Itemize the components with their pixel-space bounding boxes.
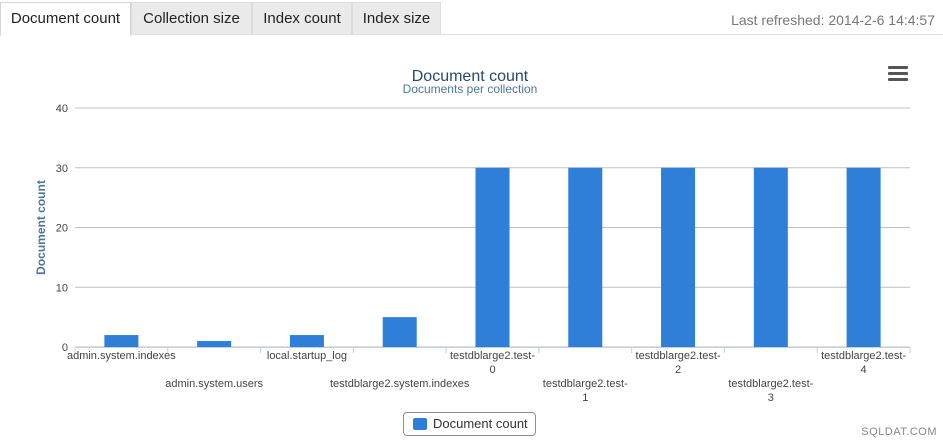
legend-item-document-count[interactable]: Document count	[403, 412, 536, 436]
x-tick-label-line: testdblarge2.test-	[728, 378, 813, 390]
y-tick-label: 10	[56, 282, 68, 294]
x-tick-label: testdblarge2.test- 0	[450, 350, 535, 376]
last-refreshed-text: Last refreshed: 2014-2-6 14:4:57	[731, 12, 935, 28]
x-tick-label-line: testdblarge2.system.indexes	[330, 378, 470, 390]
x-tick-label: admin.system.indexes	[67, 350, 176, 362]
legend-label: Document count	[433, 416, 528, 431]
document-count-chart: Document count Documents per collection 0 1…	[34, 68, 911, 404]
menu-line	[888, 66, 908, 69]
x-tick-label-line: local.startup_log	[267, 350, 347, 362]
x-tick-label-line: 0	[489, 364, 495, 376]
y-tick-label: 40	[56, 103, 68, 115]
bar	[661, 167, 696, 347]
bar	[382, 317, 417, 347]
y-axis-title: Document count	[34, 180, 48, 275]
bar	[846, 167, 881, 347]
tab-divider	[130, 34, 943, 35]
x-tick-label: testdblarge2.test- 4	[821, 350, 906, 376]
x-tick-label: testdblarge2.system.indexes	[330, 378, 470, 390]
tab-index-size[interactable]: Index size	[352, 2, 441, 35]
chart-subtitle: Documents per collection	[403, 82, 538, 96]
watermark-text: SQLDAT.COM	[861, 426, 937, 438]
x-tick-label-line: testdblarge2.test-	[821, 350, 906, 362]
menu-line	[888, 78, 908, 81]
x-tick-label: testdblarge2.test- 1	[543, 378, 628, 404]
x-tick-label-line: admin.system.users	[165, 378, 263, 390]
x-tick-label: testdblarge2.test- 3	[728, 378, 813, 404]
bar	[197, 341, 232, 347]
tab-index-count[interactable]: Index count	[252, 2, 352, 35]
x-tick-label-line: admin.system.indexes	[67, 350, 176, 362]
x-tick-label-line: testdblarge2.test-	[543, 378, 628, 390]
bar	[104, 335, 139, 347]
hamburger-menu-icon[interactable]	[886, 66, 910, 84]
tab-collection-size[interactable]: Collection size	[131, 2, 252, 35]
bar	[753, 167, 788, 347]
x-tick-label-line: testdblarge2.test-	[450, 350, 535, 362]
x-tick-label-line: 3	[768, 392, 774, 404]
x-tick-label: testdblarge2.test- 2	[636, 350, 721, 376]
y-tick-label: 30	[56, 163, 68, 175]
y-tick-label: 20	[56, 223, 68, 235]
x-tick-label: admin.system.users	[165, 378, 263, 390]
x-tick-label-line: 4	[861, 364, 867, 376]
x-tick-label-line: testdblarge2.test-	[636, 350, 721, 362]
x-tick-label-line: 1	[582, 392, 588, 404]
bar	[568, 167, 603, 347]
bar	[475, 167, 510, 347]
x-tick-label: local.startup_log	[267, 350, 347, 362]
menu-line	[888, 72, 908, 75]
bar	[289, 335, 324, 347]
x-tick-label-line: 2	[675, 364, 681, 376]
legend-swatch	[413, 418, 427, 430]
tab-document-count[interactable]: Document count	[0, 2, 131, 36]
